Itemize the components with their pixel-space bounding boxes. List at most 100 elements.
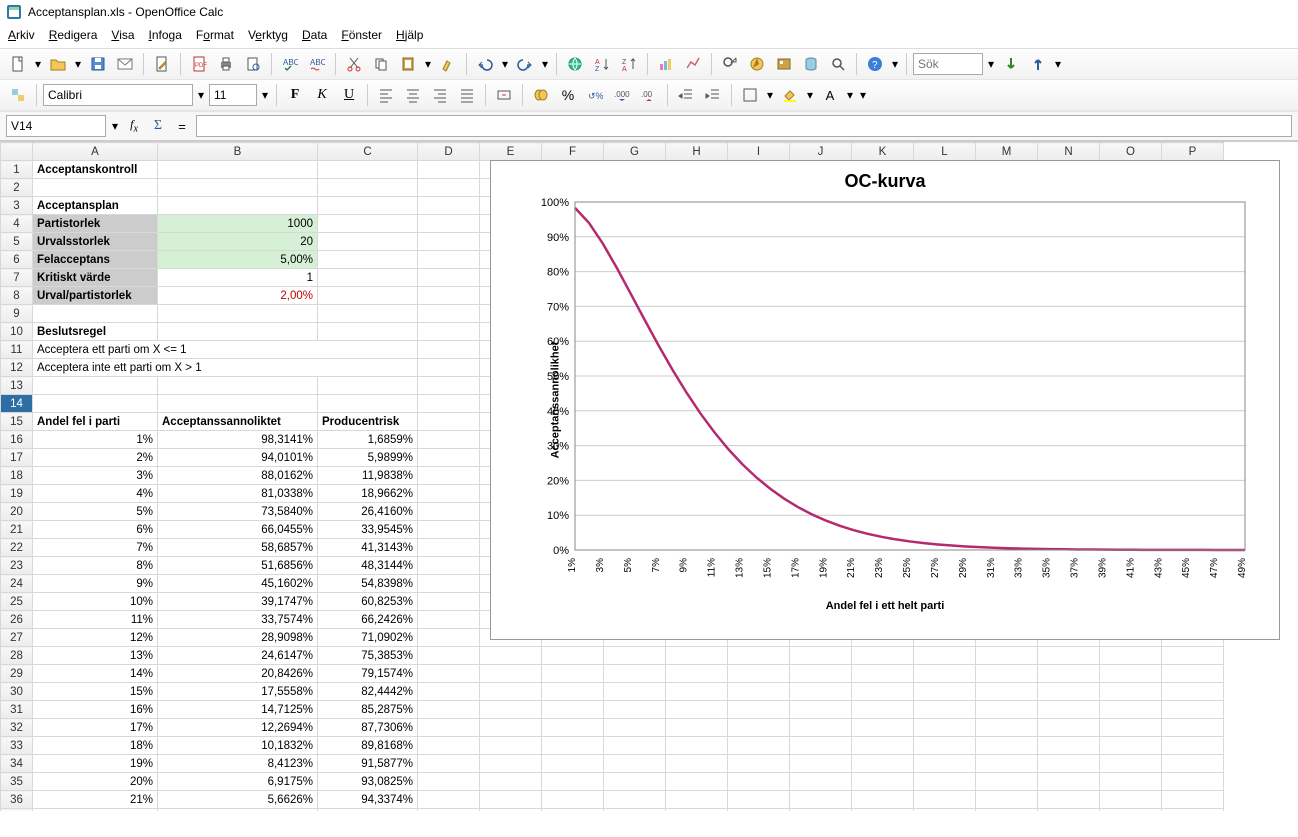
row-header-17[interactable]: 17 [1,449,33,467]
cell-A18[interactable]: 3% [33,467,158,485]
new-doc-icon[interactable] [6,52,30,76]
bold-icon[interactable]: F [283,83,307,107]
cell-A21[interactable]: 6% [33,521,158,539]
row-header-2[interactable]: 2 [1,179,33,197]
cell-C2[interactable] [318,179,418,197]
row-header-20[interactable]: 20 [1,503,33,521]
cell-J35[interactable] [790,773,852,791]
format-paintbrush-icon[interactable] [436,52,460,76]
cell-P33[interactable] [1162,737,1224,755]
align-left-icon[interactable] [374,83,398,107]
find-icon[interactable] [718,52,742,76]
cell-A1[interactable]: Acceptanskontroll [33,161,158,179]
cell-B14[interactable] [158,395,318,413]
cell-L37[interactable] [914,809,976,812]
cell-K28[interactable] [852,647,914,665]
cell-C37[interactable]: 95,3855% [318,809,418,812]
cell-L34[interactable] [914,755,976,773]
cell-F29[interactable] [542,665,604,683]
col-header-B[interactable]: B [158,143,318,161]
align-justify-icon[interactable] [455,83,479,107]
menu-redigera[interactable]: Redigera [49,28,98,42]
export-pdf-icon[interactable]: PDF [187,52,211,76]
row-header-24[interactable]: 24 [1,575,33,593]
cell-K33[interactable] [852,737,914,755]
cell-P35[interactable] [1162,773,1224,791]
cell-B19[interactable]: 81,0338% [158,485,318,503]
cell-C25[interactable]: 60,8253% [318,593,418,611]
font-size-input[interactable] [209,84,257,106]
cell-G37[interactable] [604,809,666,812]
borders-icon[interactable] [738,83,762,107]
row-header-6[interactable]: 6 [1,251,33,269]
menu-fönster[interactable]: Fönster [341,28,382,42]
cell-C22[interactable]: 41,3143% [318,539,418,557]
cell-C29[interactable]: 79,1574% [318,665,418,683]
cell-D37[interactable] [418,809,480,812]
spellcheck-icon[interactable]: ABC [278,52,302,76]
cell-I28[interactable] [728,647,790,665]
cell-A20[interactable]: 5% [33,503,158,521]
cell-G36[interactable] [604,791,666,809]
cell-B17[interactable]: 94,0101% [158,449,318,467]
help-icon[interactable]: ? [863,52,887,76]
cell-A32[interactable]: 17% [33,719,158,737]
row-header-30[interactable]: 30 [1,683,33,701]
cell-B1[interactable] [158,161,318,179]
cell-E33[interactable] [480,737,542,755]
cell-D17[interactable] [418,449,480,467]
cell-L31[interactable] [914,701,976,719]
cell-E28[interactable] [480,647,542,665]
show-draw-icon[interactable] [681,52,705,76]
dropdown-arrow-icon[interactable]: ▾ [33,57,43,71]
col-header-C[interactable]: C [318,143,418,161]
cell-P29[interactable] [1162,665,1224,683]
cell-C15[interactable]: Producentrisk [318,413,418,431]
row-header-3[interactable]: 3 [1,197,33,215]
row-header-27[interactable]: 27 [1,629,33,647]
row-header-7[interactable]: 7 [1,269,33,287]
cell-H28[interactable] [666,647,728,665]
cell-B5[interactable]: 20 [158,233,318,251]
cell-A2[interactable] [33,179,158,197]
cell-G30[interactable] [604,683,666,701]
cell-B2[interactable] [158,179,318,197]
cell-D32[interactable] [418,719,480,737]
cell-B36[interactable]: 5,6626% [158,791,318,809]
cell-J34[interactable] [790,755,852,773]
cell-C9[interactable] [318,305,418,323]
cell-reference-input[interactable] [6,115,106,137]
cell-G35[interactable] [604,773,666,791]
cell-D16[interactable] [418,431,480,449]
cell-B3[interactable] [158,197,318,215]
cell-C1[interactable] [318,161,418,179]
dropdown-arrow-icon[interactable]: ▾ [500,57,510,71]
dropdown-arrow-icon[interactable]: ▾ [765,88,775,102]
cell-A24[interactable]: 9% [33,575,158,593]
cell-B6[interactable]: 5,00% [158,251,318,269]
cell-G32[interactable] [604,719,666,737]
cell-P36[interactable] [1162,791,1224,809]
cell-B27[interactable]: 28,9098% [158,629,318,647]
increase-indent-icon[interactable] [701,83,725,107]
cell-O28[interactable] [1100,647,1162,665]
menu-visa[interactable]: Visa [111,28,134,42]
row-header-25[interactable]: 25 [1,593,33,611]
row-header-33[interactable]: 33 [1,737,33,755]
cell-I36[interactable] [728,791,790,809]
cell-L29[interactable] [914,665,976,683]
cell-B7[interactable]: 1 [158,269,318,287]
menu-arkiv[interactable]: Arkiv [8,28,35,42]
row-header-19[interactable]: 19 [1,485,33,503]
cell-C13[interactable] [318,377,418,395]
cell-N35[interactable] [1038,773,1100,791]
search-down-icon[interactable] [999,52,1023,76]
cell-E31[interactable] [480,701,542,719]
cell-B9[interactable] [158,305,318,323]
currency-icon[interactable] [529,83,553,107]
cell-D36[interactable] [418,791,480,809]
cell-H33[interactable] [666,737,728,755]
cell-B16[interactable]: 98,3141% [158,431,318,449]
cell-B33[interactable]: 10,1832% [158,737,318,755]
row-header-10[interactable]: 10 [1,323,33,341]
